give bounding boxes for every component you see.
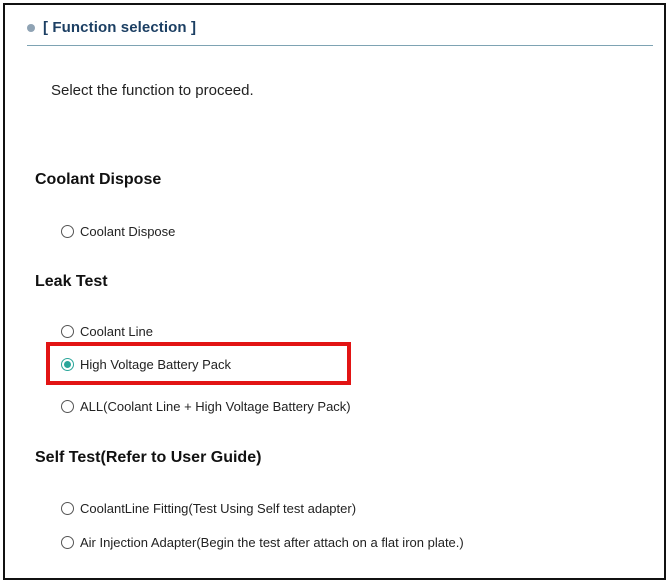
radio-unchecked-icon[interactable] bbox=[61, 502, 74, 515]
radio-unchecked-icon[interactable] bbox=[61, 225, 74, 238]
section-title-coolant-dispose: Coolant Dispose bbox=[35, 171, 162, 188]
option-label: Coolant Dispose bbox=[80, 224, 176, 239]
selection-highlight-box bbox=[46, 342, 351, 385]
section-title-leak-test: Leak Test bbox=[35, 273, 108, 290]
option-coolant-line[interactable]: Coolant Line bbox=[61, 324, 153, 339]
section-title-self-test: Self Test(Refer to User Guide) bbox=[35, 449, 262, 466]
panel-title: [ Function selection ] bbox=[43, 19, 197, 36]
option-air-injection-adapter[interactable]: Air Injection Adapter(Begin the test aft… bbox=[61, 535, 464, 550]
option-label: ALL(Coolant Line + High Voltage Battery … bbox=[80, 399, 351, 414]
option-label: Air Injection Adapter(Begin the test aft… bbox=[80, 535, 464, 550]
panel-header: [ Function selection ] bbox=[27, 19, 196, 36]
option-all[interactable]: ALL(Coolant Line + High Voltage Battery … bbox=[61, 399, 351, 414]
radio-unchecked-icon[interactable] bbox=[61, 400, 74, 413]
radio-unchecked-icon[interactable] bbox=[61, 325, 74, 338]
option-coolant-dispose[interactable]: Coolant Dispose bbox=[61, 224, 175, 239]
function-selection-panel: [ Function selection ] Select the functi… bbox=[3, 3, 666, 580]
radio-unchecked-icon[interactable] bbox=[61, 536, 74, 549]
bullet-icon bbox=[27, 23, 35, 32]
header-divider bbox=[27, 45, 653, 46]
instruction-text: Select the function to proceed. bbox=[51, 82, 254, 99]
option-coolantline-fitting[interactable]: CoolantLine Fitting(Test Using Self test… bbox=[61, 501, 356, 516]
option-label: CoolantLine Fitting(Test Using Self test… bbox=[80, 501, 357, 516]
option-label: Coolant Line bbox=[80, 324, 153, 339]
